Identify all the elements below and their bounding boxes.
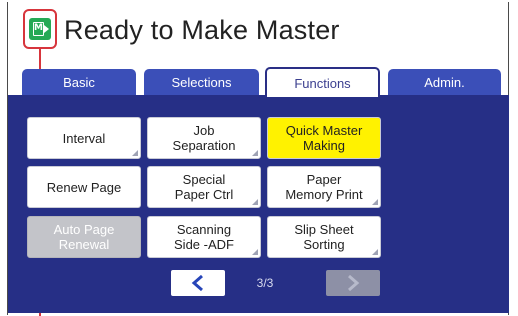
renew-page-button-label: Renew Page: [46, 179, 122, 195]
special-paper-ctrl-button[interactable]: Special Paper Ctrl: [147, 166, 261, 208]
next-page-button[interactable]: [326, 270, 380, 296]
submenu-corner-icon: [372, 249, 378, 255]
interval-button[interactable]: Interval: [27, 117, 141, 159]
slip-sheet-sorting-button-label: Slip Sheet Sorting: [294, 222, 354, 252]
auto-page-renewal-button[interactable]: Auto Page Renewal: [27, 216, 141, 258]
paper-memory-print-button-label: Paper Memory Print: [285, 172, 363, 202]
tab-admin[interactable]: Admin.: [388, 69, 501, 95]
status-icon-callout: M: [23, 9, 57, 49]
page-indicator: 3/3: [256, 276, 274, 290]
tab-basic[interactable]: Basic: [22, 69, 136, 95]
tab-functions[interactable]: Functions: [265, 67, 380, 97]
tab-selections[interactable]: Selections: [144, 69, 259, 95]
submenu-corner-icon: [132, 150, 138, 156]
submenu-corner-icon: [252, 199, 258, 205]
screen-title: Ready to Make Master: [64, 15, 340, 45]
submenu-corner-icon: [252, 249, 258, 255]
chevron-right-icon: [348, 274, 360, 292]
quick-master-making-button-label: Quick Master Making: [285, 123, 363, 153]
tab-bar: Basic Selections Functions Admin.: [22, 67, 501, 97]
scanning-side-adf-button-label: Scanning Side -ADF: [174, 222, 234, 252]
job-separation-button[interactable]: Job Separation: [147, 117, 261, 159]
interval-button-label: Interval: [62, 130, 106, 146]
special-paper-ctrl-button-label: Special Paper Ctrl: [174, 172, 234, 202]
submenu-corner-icon: [372, 199, 378, 205]
quick-master-making-button[interactable]: Quick Master Making: [267, 117, 381, 159]
submenu-corner-icon: [252, 150, 258, 156]
slip-sheet-sorting-button[interactable]: Slip Sheet Sorting: [267, 216, 381, 258]
paper-memory-print-button[interactable]: Paper Memory Print: [267, 166, 381, 208]
job-separation-button-label: Job Separation: [172, 123, 236, 153]
previous-page-button[interactable]: [171, 270, 225, 296]
renew-page-button[interactable]: Renew Page: [27, 166, 141, 208]
auto-page-renewal-button-label: Auto Page Renewal: [53, 222, 115, 252]
scanning-side-adf-button[interactable]: Scanning Side -ADF: [147, 216, 261, 258]
master-making-icon: M: [29, 18, 51, 40]
chevron-left-icon: [191, 274, 203, 292]
